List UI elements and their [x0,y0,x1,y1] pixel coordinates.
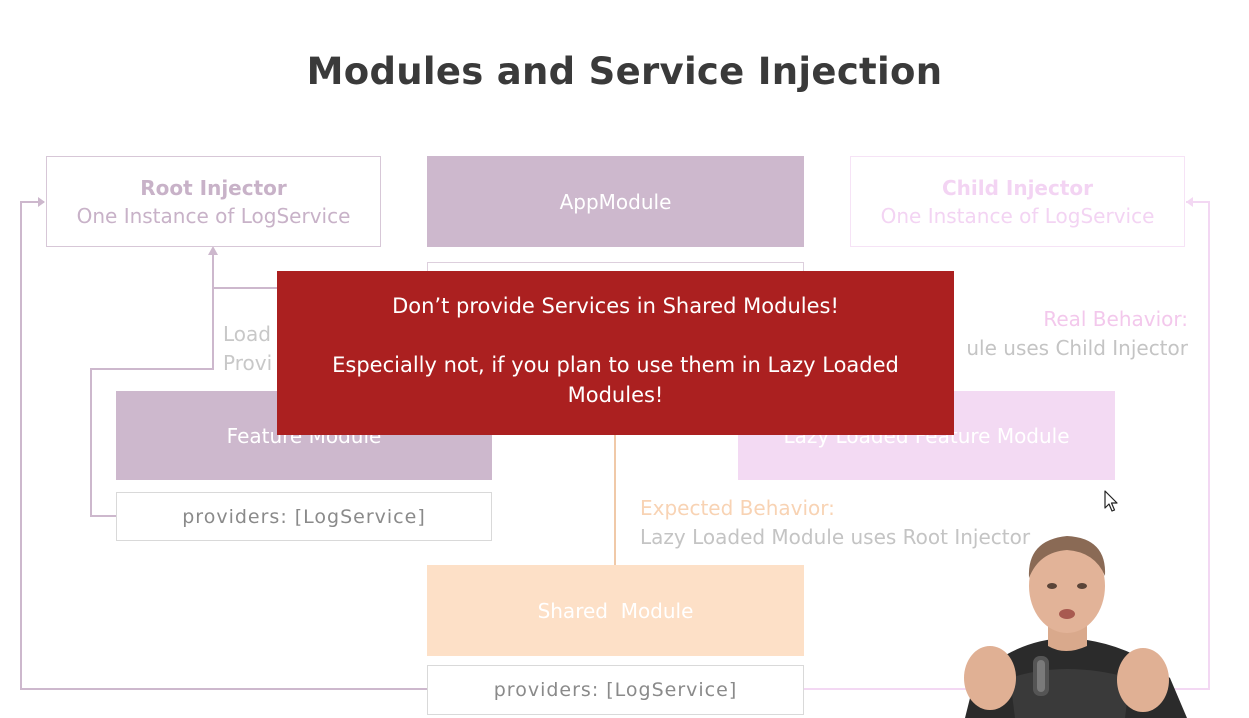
app-module-box: AppModule [427,156,804,247]
feature-module-providers: providers: [LogService] [116,492,492,541]
warning-banner: Don’t provide Services in Shared Modules… [277,271,954,435]
mouse-cursor-icon [1104,490,1118,512]
shared-connector-line [614,435,616,566]
feature-side-note-line2: Provi [223,351,273,375]
feature-loop-v2 [90,368,92,517]
child-injector-title: Child Injector [941,175,1094,200]
app-module-label: AppModule [559,189,672,214]
real-behavior-heading: Real Behavior: [1043,307,1188,331]
child-injector-subtitle: One Instance of LogService [880,203,1155,228]
root-injector-subtitle: One Instance of LogService [76,203,351,228]
slide-title: Modules and Service Injection [306,50,943,93]
feature-loop-v1 [212,287,214,369]
feature-loop-h1 [90,368,214,370]
feature-to-root-line [212,255,214,289]
feature-side-note-line1: Load [223,322,271,346]
shared-module-providers: providers: [LogService] [427,665,804,715]
real-behavior-note: Real Behavior: ule uses Child Injector [930,305,1188,363]
arrow-right-icon [38,197,45,207]
arrow-up-icon [208,246,218,255]
shared-module-label: Shared Module [537,598,694,623]
shared-module-box: Shared Module [427,565,804,656]
feature-providers-label: providers: [LogService] [182,505,426,528]
child-loop-right-line [1208,201,1210,690]
real-behavior-text: ule uses Child Injector [966,336,1188,360]
root-injector-title: Root Injector [140,175,287,200]
warning-line2: Especially not, if you plan to use them … [332,353,899,407]
root-loop-bottom-line [20,688,428,690]
feature-loop-h2 [90,515,117,517]
arrow-left-icon [1186,197,1193,207]
presenter-silhouette [964,536,1187,718]
shared-providers-label: providers: [LogService] [493,679,738,701]
child-injector-box: Child Injector One Instance of LogServic… [850,156,1185,247]
warning-line1: Don’t provide Services in Shared Modules… [392,294,839,318]
feature-to-root-horizontal [212,287,282,289]
root-loop-left-line [20,201,22,690]
root-injector-box: Root Injector One Instance of LogService [46,156,381,247]
presenter-webcam [955,528,1195,718]
expected-behavior-heading: Expected Behavior: [640,496,835,520]
feature-side-note: Load Provi [223,320,272,378]
